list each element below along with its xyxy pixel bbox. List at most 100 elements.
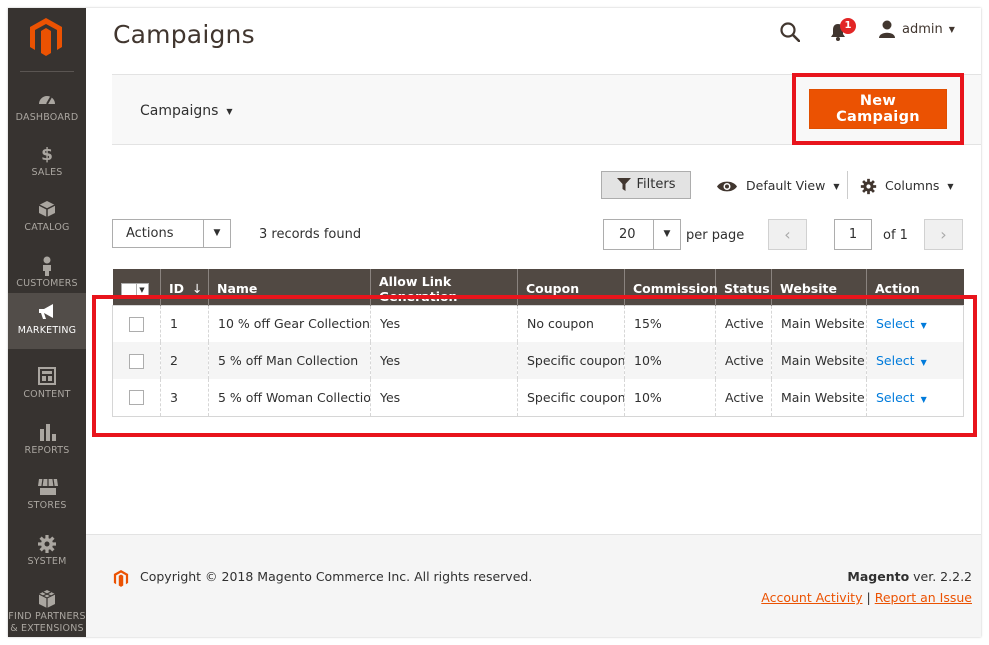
- column-header-commission[interactable]: Commission: [624, 269, 718, 305]
- previous-page-button[interactable]: ‹: [768, 219, 807, 250]
- cell-website: Main Website: [771, 305, 867, 342]
- page-footer: Copyright © 2018 Magento Commerce Inc. A…: [86, 534, 981, 637]
- notification-badge[interactable]: 1: [840, 18, 856, 34]
- chevron-down-icon: ▼: [226, 106, 233, 116]
- megaphone-icon: [37, 303, 57, 323]
- user-icon: [879, 20, 895, 38]
- row-action-select[interactable]: Select ▼: [876, 390, 927, 405]
- account-activity-link[interactable]: Account Activity: [761, 590, 862, 605]
- sidebar-item-system[interactable]: SYSTEM: [8, 524, 86, 578]
- page-number-input[interactable]: 1: [834, 219, 872, 250]
- person-icon: [37, 256, 57, 276]
- sidebar-item-marketing[interactable]: MARKETING: [8, 293, 86, 349]
- column-header-action: Action: [866, 269, 964, 305]
- per-page-select[interactable]: 20 ▼: [603, 219, 681, 250]
- store-icon: [37, 478, 58, 498]
- chevron-down-icon: ▼: [833, 182, 840, 191]
- campaigns-switcher[interactable]: Campaigns ▼: [140, 103, 233, 119]
- box-icon: [37, 200, 57, 220]
- sidebar-item-stores[interactable]: STORES: [8, 468, 86, 522]
- column-header-status[interactable]: Status: [715, 269, 772, 305]
- footer-links: Account Activity | Report an Issue: [761, 590, 972, 605]
- next-page-button[interactable]: ›: [924, 219, 963, 250]
- sidebar-item-content[interactable]: CONTENT: [8, 357, 86, 411]
- filters-button[interactable]: Filters: [601, 171, 691, 199]
- page-actions-bar: Campaigns ▼ New Campaign: [112, 74, 981, 145]
- version-text: Magento ver. 2.2.2: [847, 569, 972, 584]
- dollar-icon: $: [41, 145, 53, 165]
- row-action-label: Select: [876, 389, 915, 405]
- cell-allow-link: Yes: [370, 342, 518, 379]
- search-icon[interactable]: [780, 22, 800, 42]
- row-action-select[interactable]: Select ▼: [876, 353, 927, 368]
- cell-status: Active: [715, 379, 772, 417]
- default-view-dropdown[interactable]: Default View ▼: [716, 178, 839, 193]
- columns-dropdown[interactable]: Columns ▼: [860, 178, 954, 195]
- cell-status: Active: [715, 305, 772, 342]
- cell-action[interactable]: Select ▼: [866, 305, 964, 342]
- default-view-label: Default View: [746, 178, 826, 193]
- sidebar-item-customers[interactable]: CUSTOMERS: [8, 246, 86, 300]
- column-header-label: ID: [169, 281, 185, 297]
- cell-commission: 10%: [624, 342, 716, 379]
- row-checkbox[interactable]: [129, 316, 144, 332]
- column-header-coupon[interactable]: Coupon: [517, 269, 625, 305]
- user-menu[interactable]: admin ▼: [878, 20, 955, 40]
- records-count: 3 records found: [259, 227, 362, 242]
- dashboard-icon: [37, 90, 57, 110]
- cell-name: 5 % off Woman Collection: [208, 379, 371, 417]
- cell-action[interactable]: Select ▼: [866, 342, 964, 379]
- row-checkbox[interactable]: [129, 390, 144, 406]
- row-checkbox[interactable]: [129, 353, 144, 369]
- table-row[interactable]: 1 10 % off Gear Collection Yes No coupon…: [113, 305, 964, 342]
- magento-logo-icon[interactable]: [28, 16, 64, 56]
- sidebar-item-partners[interactable]: FIND PARTNERS & EXTENSIONS: [8, 579, 86, 637]
- version-number: ver. 2.2.2: [909, 569, 972, 584]
- cell-name: 5 % off Man Collection: [208, 342, 371, 379]
- copyright-text: Copyright © 2018 Magento Commerce Inc. A…: [140, 569, 533, 584]
- table-row[interactable]: 2 5 % off Man Collection Yes Specific co…: [112, 342, 964, 379]
- cell-allow-link: Yes: [370, 305, 518, 342]
- cube-icon: [37, 589, 57, 609]
- column-header-allow-link[interactable]: Allow Link Generation: [370, 269, 518, 305]
- mass-select-checkbox[interactable]: ▼: [120, 282, 149, 297]
- cell-coupon: Specific coupon: [517, 342, 625, 379]
- row-action-label: Select: [876, 316, 915, 332]
- row-action-select[interactable]: Select ▼: [876, 316, 927, 331]
- logo-divider: [20, 71, 74, 72]
- column-header-name[interactable]: Name: [208, 269, 371, 305]
- table-row[interactable]: 3 5 % off Woman Collection Yes Specific …: [112, 379, 964, 417]
- cell-website: Main Website: [771, 379, 867, 417]
- sidebar-item-dashboard[interactable]: DASHBOARD: [8, 80, 86, 134]
- cell-coupon: Specific coupon: [517, 379, 625, 417]
- chevron-down-icon: ▼: [920, 358, 927, 367]
- eye-icon: [717, 181, 737, 192]
- brand-name: Magento: [847, 569, 910, 584]
- sort-arrow-icon: ↓: [192, 281, 203, 297]
- new-campaign-button[interactable]: New Campaign: [809, 89, 947, 129]
- page-title: Campaigns: [113, 20, 255, 49]
- chevron-down-icon[interactable]: ▼: [653, 220, 680, 249]
- per-page-value: 20: [619, 227, 636, 242]
- funnel-icon: [616, 178, 631, 191]
- link-separator: |: [866, 590, 871, 605]
- sidebar-item-sales[interactable]: $ SALES: [8, 135, 86, 189]
- cell-coupon: No coupon: [517, 305, 625, 342]
- layout-icon: [37, 367, 57, 387]
- cell-action[interactable]: Select ▼: [866, 379, 964, 417]
- report-issue-link[interactable]: Report an Issue: [875, 590, 972, 605]
- select-all-header[interactable]: ▼: [112, 269, 161, 305]
- column-header-id[interactable]: ID ↓: [160, 269, 209, 305]
- filters-label: Filters: [636, 177, 676, 192]
- cell-website: Main Website: [771, 342, 867, 379]
- partners-label-line2: & EXTENSIONS: [10, 623, 84, 634]
- per-page-label: per page: [686, 228, 745, 243]
- sidebar-item-reports[interactable]: REPORTS: [8, 413, 86, 467]
- columns-label: Columns: [885, 178, 940, 193]
- chevron-right-icon: ›: [940, 225, 947, 244]
- sidebar-item-catalog[interactable]: CATALOG: [8, 190, 86, 244]
- mass-actions-select[interactable]: Actions ▼: [112, 219, 231, 248]
- chevron-down-icon[interactable]: ▼: [203, 220, 230, 247]
- column-header-website[interactable]: Website: [771, 269, 867, 305]
- cell-allow-link: Yes: [370, 379, 518, 417]
